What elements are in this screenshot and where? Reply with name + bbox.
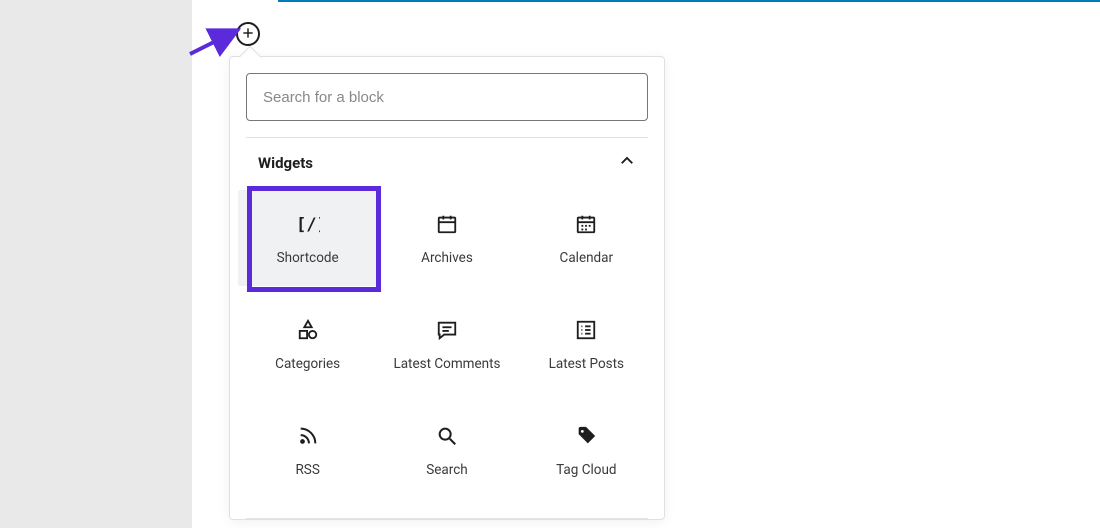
search-input[interactable] bbox=[246, 73, 648, 121]
category-title: Widgets bbox=[258, 154, 313, 172]
rss-icon bbox=[296, 424, 320, 448]
tag-cloud-icon bbox=[574, 424, 598, 448]
block-shortcode[interactable]: [/] Shortcode bbox=[238, 190, 377, 286]
block-inserter-popover: Widgets [/] Shortcode bbox=[229, 56, 665, 520]
block-label: Shortcode bbox=[277, 250, 339, 266]
block-categories[interactable]: Categories bbox=[238, 296, 377, 392]
category-header-widgets[interactable]: Widgets bbox=[230, 138, 664, 182]
search-wrap bbox=[230, 57, 664, 137]
block-grid: [/] Shortcode Archives bbox=[230, 182, 664, 514]
block-label: Categories bbox=[275, 356, 340, 372]
block-search[interactable]: Search bbox=[377, 402, 516, 498]
block-label: Tag Cloud bbox=[556, 462, 616, 478]
left-background-stripe bbox=[0, 0, 192, 528]
block-calendar[interactable]: Calendar bbox=[517, 190, 656, 286]
block-latest-posts[interactable]: Latest Posts bbox=[517, 296, 656, 392]
block-label: Calendar bbox=[560, 250, 614, 266]
block-tag-cloud[interactable]: Tag Cloud bbox=[517, 402, 656, 498]
calendar-icon bbox=[574, 212, 598, 236]
block-label: Latest Posts bbox=[549, 356, 624, 372]
categories-icon bbox=[296, 318, 320, 342]
latest-comments-icon bbox=[435, 318, 459, 342]
block-rss[interactable]: RSS bbox=[238, 402, 377, 498]
search-icon bbox=[435, 424, 459, 448]
chevron-up-icon bbox=[618, 152, 636, 174]
block-label: Search bbox=[426, 462, 467, 478]
annotation-arrow bbox=[188, 28, 242, 58]
archives-icon bbox=[435, 212, 459, 236]
block-archives[interactable]: Archives bbox=[377, 190, 516, 286]
svg-text:[/]: [/] bbox=[296, 215, 320, 235]
top-accent-bar bbox=[278, 0, 1100, 2]
block-latest-comments[interactable]: Latest Comments bbox=[377, 296, 516, 392]
block-label: Archives bbox=[421, 250, 473, 266]
latest-posts-icon bbox=[574, 318, 598, 342]
block-label: RSS bbox=[295, 462, 319, 478]
block-label: Latest Comments bbox=[393, 356, 500, 372]
shortcode-icon: [/] bbox=[296, 212, 320, 236]
divider bbox=[246, 518, 648, 519]
plus-icon bbox=[241, 25, 255, 44]
